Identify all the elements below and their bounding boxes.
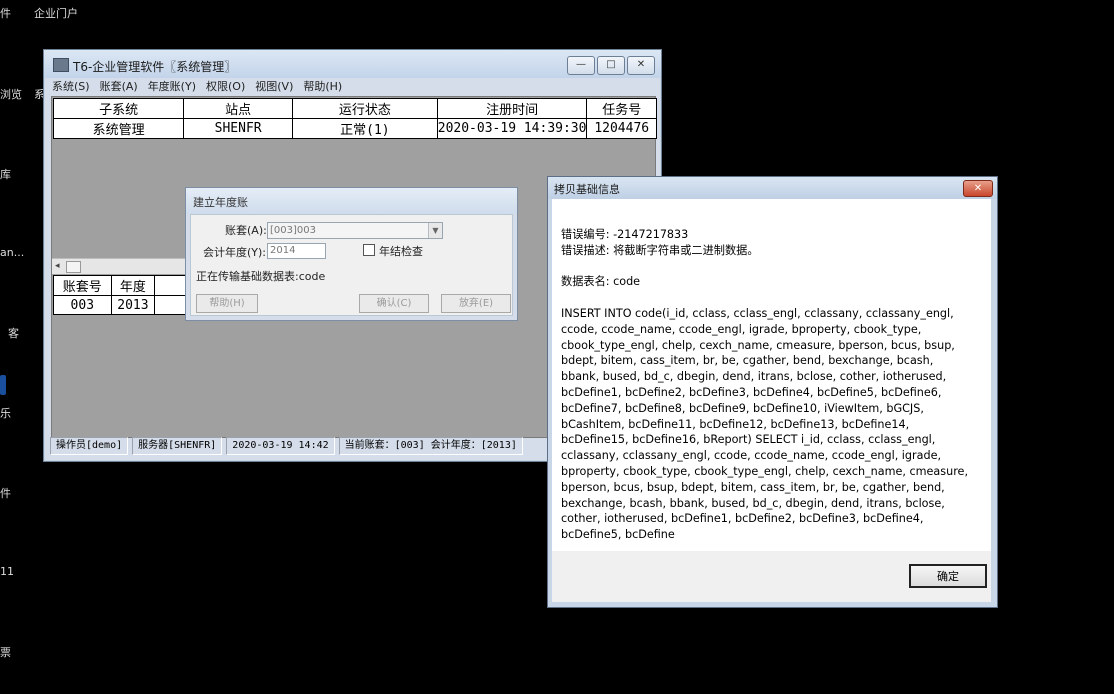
minimize-button[interactable]: —	[567, 56, 595, 75]
desktop-app-icon[interactable]	[0, 375, 6, 395]
desktop-label: 件	[0, 7, 11, 20]
status-time: 2020-03-19 14:42	[226, 437, 335, 455]
horizontal-scrollbar[interactable]: ◂	[52, 258, 186, 274]
table-name: 数据表名: code	[561, 275, 641, 289]
abandon-button[interactable]: 放弃(E)	[441, 294, 511, 313]
status-operator: 操作员[demo]	[50, 437, 129, 455]
desktop-label: an...	[0, 246, 25, 259]
chevron-down-icon[interactable]: ▼	[428, 223, 442, 238]
account-value: [003]003	[270, 225, 316, 236]
menu-system[interactable]: 系统(S)	[52, 78, 90, 96]
minimize-icon: —	[576, 59, 586, 70]
dialog-title: 建立年度账	[193, 196, 248, 209]
close-icon: ✕	[973, 183, 983, 194]
table-cell: 系统管理	[52, 118, 185, 139]
status-server: 服务器[SHENFR]	[132, 437, 223, 455]
table-cell: 2020-03-19 14:39:30	[436, 118, 588, 139]
table-cell: 003	[53, 295, 112, 315]
table-cell: SHENFR	[183, 118, 294, 139]
help-button[interactable]: 帮助(H)	[196, 294, 258, 313]
menu-bar: 系统(S) 账套(A) 年度账(Y) 权限(O) 视图(V) 帮助(H)	[52, 78, 352, 96]
desktop-label[interactable]: 企业门户	[34, 5, 78, 21]
desktop-label: 浏览	[0, 88, 22, 101]
menu-year-account[interactable]: 年度账(Y)	[148, 78, 196, 96]
scroll-left-icon[interactable]: ◂	[55, 259, 60, 274]
account-select[interactable]: [003]003 ▼	[267, 222, 443, 239]
copy-base-info-dialog: 拷贝基础信息 ✕ 错误编号: -2147217833 错误描述: 将截断字符串或…	[547, 176, 998, 608]
ok-button[interactable]: 确定	[909, 564, 987, 588]
desktop-label: 11	[0, 565, 14, 578]
menu-help[interactable]: 帮助(H)	[303, 78, 342, 96]
close-button[interactable]: ✕	[963, 180, 993, 197]
table-header: 子系统	[52, 98, 185, 119]
table-cell: 正常(1)	[292, 118, 438, 139]
scroll-thumb[interactable]	[66, 261, 81, 273]
year-label: 会计年度(Y):	[203, 246, 267, 259]
progress-text: 正在传输基础数据表:code	[196, 270, 326, 283]
error-code: 错误编号: -2147217833	[561, 228, 689, 241]
table-header: 站点	[183, 98, 294, 119]
year-end-checkbox[interactable]	[363, 244, 375, 256]
table-row[interactable]: 系统管理 SHENFR 正常(1) 2020-03-19 14:39:30 12…	[52, 118, 657, 139]
year-input[interactable]: 2014	[267, 243, 326, 259]
app-icon	[53, 58, 69, 72]
table-header: 运行状态	[292, 98, 438, 119]
desktop-label: 库	[0, 168, 11, 181]
table-header: 任务号	[586, 98, 657, 119]
close-icon: ✕	[636, 59, 646, 70]
desktop-label: 件	[0, 487, 11, 500]
main-titlebar[interactable]: T6-企业管理软件〖系统管理〗 — □ ✕	[44, 50, 661, 78]
menu-account[interactable]: 账套(A)	[100, 78, 138, 96]
dialog-titlebar[interactable]: 建立年度账	[186, 188, 517, 214]
error-dialog-titlebar[interactable]: 拷贝基础信息 ✕	[548, 177, 997, 199]
desktop-label: 客	[8, 327, 19, 340]
menu-permission[interactable]: 权限(O)	[206, 78, 245, 96]
desktop-label: 票	[0, 646, 11, 659]
maximize-button[interactable]: □	[597, 56, 625, 75]
maximize-icon: □	[606, 59, 616, 70]
account-label: 账套(A):	[225, 224, 267, 237]
table-cell: 2013	[110, 295, 156, 315]
error-dialog-title: 拷贝基础信息	[554, 183, 620, 196]
table-header: 年度	[110, 275, 156, 296]
menu-view[interactable]: 视图(V)	[255, 78, 293, 96]
close-button[interactable]: ✕	[627, 56, 655, 75]
error-description: 错误描述: 将截断字符串或二进制数据。	[561, 243, 759, 257]
year-end-check-label: 年结检查	[379, 245, 423, 258]
status-account: 当前账套：[003] 会计年度：[2013]	[338, 437, 523, 455]
subsystem-table: 子系统 站点 运行状态 注册时间 任务号 系统管理 SHENFR 正常(1) 2…	[52, 98, 657, 139]
desktop-label: 乐	[0, 407, 11, 420]
status-bar: 操作员[demo] 服务器[SHENFR] 2020-03-19 14:42 当…	[50, 437, 527, 455]
table-header: 注册时间	[436, 98, 588, 119]
sql-statement: INSERT INTO code(i_id, cclass, cclass_en…	[561, 306, 968, 542]
table-cell: 1204476	[586, 118, 657, 139]
error-message-area: 错误编号: -2147217833 错误描述: 将截断字符串或二进制数据。 数据…	[552, 199, 991, 551]
main-window-title: T6-企业管理软件〖系统管理〗	[73, 60, 237, 74]
create-year-dialog: 建立年度账 账套(A): [003]003 ▼ 会计年度(Y): 2014 年结…	[185, 187, 518, 321]
table-header: 账套号	[53, 275, 112, 296]
confirm-button[interactable]: 确认(C)	[359, 294, 429, 313]
